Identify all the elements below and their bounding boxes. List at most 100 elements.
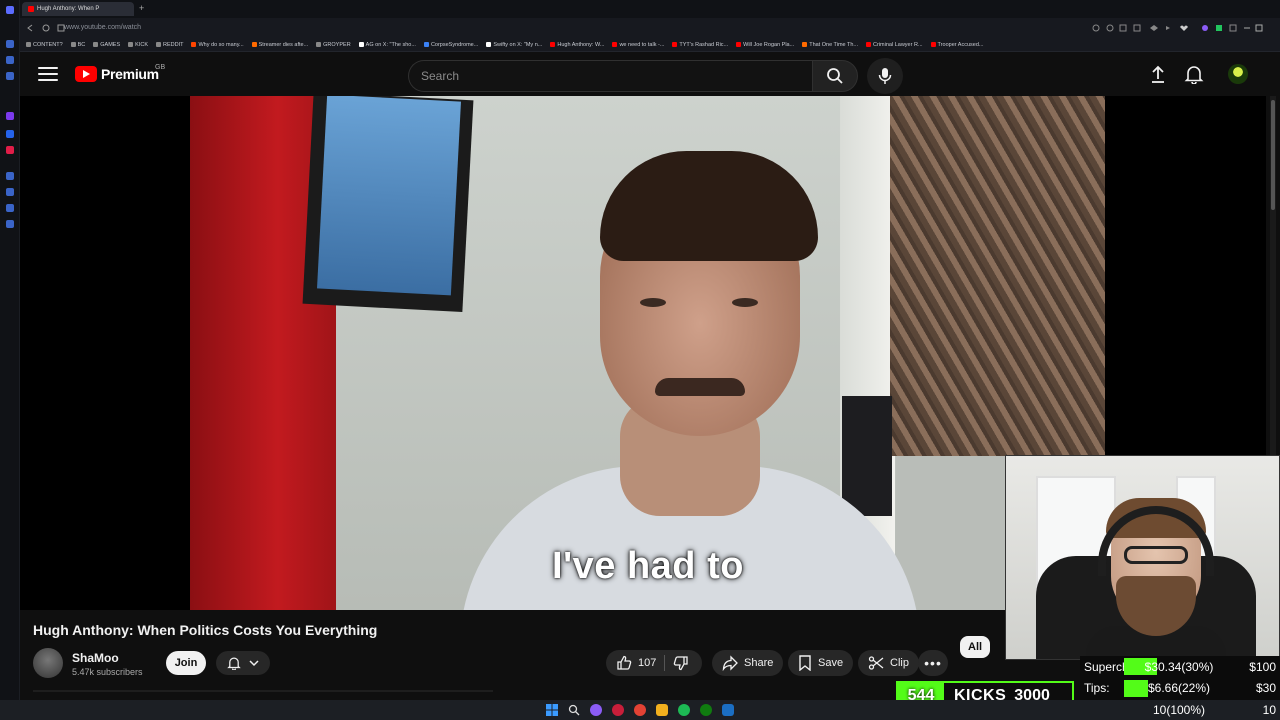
file-explorer-icon[interactable] [656,704,668,716]
steam-icon[interactable] [722,704,734,716]
bookmark-label: Why do so many... [198,41,244,48]
clip-button[interactable]: Clip [858,650,919,676]
bookmark-label: we need to talk -... [619,41,665,48]
bookmark-item[interactable]: BC [70,41,86,48]
voice-search-button[interactable] [867,58,903,94]
sidebar-app-icon[interactable] [6,188,14,196]
bookmark-item[interactable]: Why do so many... [191,41,244,48]
address-bar[interactable] [20,18,1280,38]
search-button[interactable] [812,60,858,92]
sidebar-app-icon[interactable] [6,112,14,120]
subscription-notifications-button[interactable] [216,651,270,675]
mic-icon [878,68,892,84]
bookmark-favicon-icon [866,42,872,47]
scrollbar-thumb[interactable] [1271,100,1275,210]
bookmark-item[interactable]: Streamer dies afte... [251,42,308,48]
bookmark-item[interactable]: CONTENT? [26,42,63,48]
sidebar-app-icon[interactable] [6,146,14,154]
bookmark-item[interactable]: AG on X: "The sho... [358,41,416,48]
bookmark-favicon-icon [802,42,808,47]
bookmark-favicon-icon [156,42,161,47]
bookmark-label: GROYPER [323,41,351,48]
channel-avatar[interactable] [33,648,63,678]
browser-menu-icon[interactable] [6,6,14,14]
goal-target: $100 [1249,659,1276,674]
bookmark-item[interactable]: GROYPER [316,42,351,48]
channel-name[interactable]: ShaMoo [72,651,119,665]
video-person-mustache [655,378,745,396]
like-divider [664,655,666,671]
bookmarks-bar: CONTENT? BC GAMES KICK REDDIT Why do so many.… [20,38,1280,52]
video-portrait-photo [317,96,461,296]
youtube-premium-logo[interactable]: Premium [75,66,159,82]
spotify-icon[interactable] [678,704,690,716]
bookmark-favicon-icon [550,42,556,47]
youtube-favicon-icon [28,6,34,12]
menu-icon[interactable] [38,66,58,82]
bell-icon [227,657,241,670]
save-label: Save [818,657,844,669]
search-input[interactable] [421,69,812,83]
filter-chip-all[interactable]: All [960,636,991,658]
tab-title: Hugh Anthony: When P [37,6,100,12]
url-text[interactable]: www.youtube.com/watch [64,24,141,31]
sidebar-app-icon[interactable] [6,72,14,80]
goal-target: $30 [1255,681,1276,695]
like-count[interactable]: 107 [638,657,656,669]
bookmark-item[interactable]: KICK [128,42,148,48]
settings-icon[interactable] [6,220,14,228]
browser-app-icon[interactable] [634,704,646,716]
upload-icon[interactable] [1148,64,1168,84]
bookmark-item[interactable]: Swifty on X: "My n... [486,42,542,48]
bookmark-label: BC [77,41,86,48]
more-actions-button[interactable]: ••• [918,650,948,676]
bookmark-item[interactable]: GAMES [93,42,120,48]
opera-icon[interactable] [612,704,624,716]
messenger-icon[interactable] [6,130,14,138]
xbox-icon[interactable] [700,704,712,716]
bookmark-item[interactable]: Hugh Anthony: W... [550,42,604,48]
taskbar-app-icon[interactable] [590,704,602,716]
bookmark-item[interactable]: Criminal Lawyer R... [866,42,923,48]
bookmark-label: That One Time Th... [809,41,859,48]
new-tab-button[interactable]: + [139,3,144,13]
bookmark-item[interactable]: TYT's Rashad Ric... [672,42,728,48]
search-icon [827,68,843,84]
sidebar-app-icon[interactable] [6,204,14,212]
logo-region: GB [155,64,166,71]
video-frame[interactable] [190,96,1105,610]
like-dislike-group: 107 [606,650,702,676]
youtube-logo-icon [75,66,97,82]
sidebar-app-icon[interactable] [6,40,14,48]
sidebar-app-icon[interactable] [6,56,14,64]
bookmark-item[interactable]: Trooper Accused... [930,41,984,48]
goal-row: Superchats: $30.34(30%) $100 [1080,656,1280,677]
sidebar-app-icon[interactable] [6,172,14,180]
bookmark-label: Trooper Accused... [937,41,984,48]
streamer-webcam [1005,455,1280,660]
bookmark-label: Hugh Anthony: W... [557,41,605,48]
extension-icons[interactable] [1090,23,1270,33]
dislike-icon[interactable] [673,655,689,671]
search-box[interactable] [408,60,812,92]
like-icon[interactable] [616,655,632,671]
taskbar-search-icon[interactable] [568,704,580,716]
bookmark-label: CorpseSyndrome... [430,41,479,48]
join-button[interactable]: Join [166,651,206,675]
share-button[interactable]: Share [712,650,784,676]
bell-icon[interactable] [1184,64,1204,84]
goal-value: 10(100%) [1152,702,1206,717]
goal-row: Tips: $6.66(22%) $30 [1080,678,1280,699]
account-avatar[interactable] [1228,64,1248,84]
bookmark-item[interactable]: REDDIT [156,42,183,48]
bookmark-item[interactable]: we need to talk -... [612,42,664,48]
bookmark-item[interactable]: CorpseSyndrome... [423,41,479,48]
channel-subscriber-count: 5.47k subscribers [72,667,143,677]
windows-start-icon[interactable] [546,704,558,716]
bookmark-item[interactable]: That One Time Th... [802,42,858,48]
bookmark-item[interactable]: Will Joe Rogan Pla... [736,42,794,48]
browser-tab-active[interactable]: Hugh Anthony: When P [22,2,134,16]
bookmark-label: AG on X: "The sho... [365,41,416,48]
bookmark-label: Will Joe Rogan Pla... [743,41,795,48]
save-button[interactable]: Save [788,650,854,676]
